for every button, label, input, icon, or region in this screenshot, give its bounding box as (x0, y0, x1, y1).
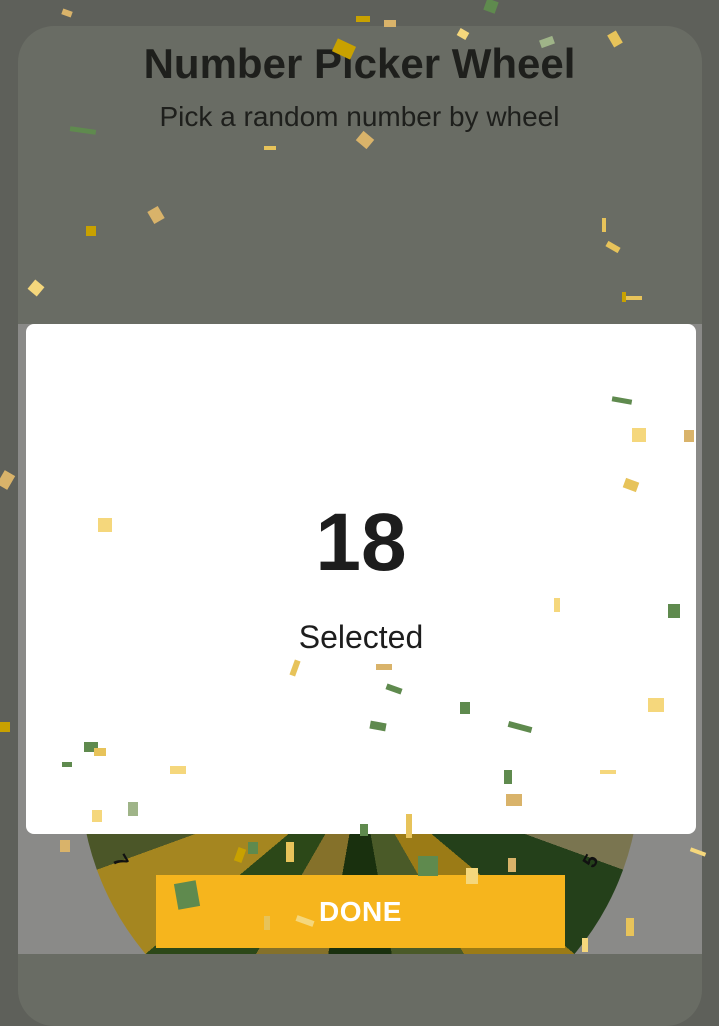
result-dialog: 18 Selected (26, 324, 696, 834)
done-button[interactable]: DONE (156, 875, 565, 948)
selected-number: 18 (315, 497, 407, 588)
wheel-number-label: 7 (107, 850, 133, 872)
page-subtitle: Pick a random number by wheel (159, 101, 560, 132)
selected-label: Selected (298, 619, 424, 655)
page-title: Number Picker Wheel (143, 40, 576, 87)
wheel-number-label: 5 (578, 850, 604, 872)
